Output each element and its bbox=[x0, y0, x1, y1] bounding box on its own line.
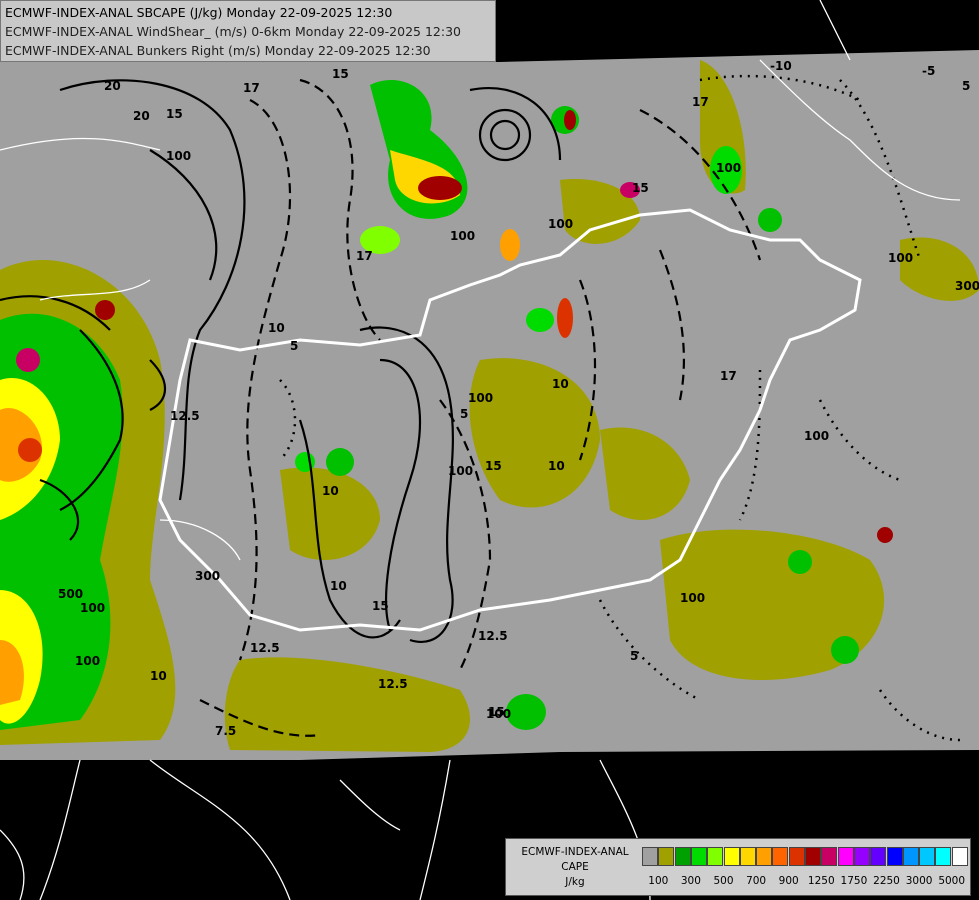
legend-swatch bbox=[919, 847, 936, 866]
contour-label: 20 bbox=[133, 109, 150, 123]
contour-label: 17 bbox=[720, 369, 737, 383]
legend-swatch bbox=[853, 847, 870, 866]
contour-label: 100 bbox=[716, 161, 741, 175]
contour-label: 12.5 bbox=[478, 629, 508, 643]
legend-title-line3: J/kg bbox=[565, 876, 585, 888]
contour-label: 12.5 bbox=[170, 409, 200, 423]
contour-label: 100 bbox=[888, 251, 913, 265]
weather-map: 20 15 17 10 20 100 12.5 100 17 15 5 10 15 12.5 17 100 10… bbox=[0, 0, 979, 900]
legend-swatch bbox=[805, 847, 821, 866]
legend-swatch bbox=[870, 847, 887, 866]
contour-label: 10 bbox=[150, 669, 167, 683]
contour-label: 100 bbox=[548, 217, 573, 231]
cape-legend: ECMWF-INDEX-ANAL CAPE J/kg 100 300 500 700 9… bbox=[505, 838, 971, 896]
contour-label: 500 bbox=[58, 587, 83, 601]
legend-tick-label: 700 bbox=[746, 875, 767, 887]
legend-title-line2: CAPE bbox=[561, 861, 589, 873]
header-line-windshear: ECMWF-INDEX-ANAL WindShear_ (m/s) 0-6km … bbox=[5, 24, 461, 39]
contour-label: 300 bbox=[195, 569, 220, 583]
contour-label: 15 bbox=[485, 459, 502, 473]
contour-label: 15 bbox=[372, 599, 389, 613]
contour-label: 15 bbox=[332, 67, 349, 81]
contour-label: 10 bbox=[268, 321, 285, 335]
contour-label: 300 bbox=[955, 279, 979, 293]
contour-label: 5 bbox=[460, 407, 468, 421]
contour-label: 12.5 bbox=[378, 677, 408, 691]
legend-swatch bbox=[886, 847, 903, 866]
contour-label: 100 bbox=[486, 707, 511, 721]
contour-label: 10 bbox=[552, 377, 569, 391]
contour-label: 17 bbox=[356, 249, 373, 263]
legend-swatch bbox=[821, 847, 838, 866]
legend-tick-label: 300 bbox=[680, 875, 701, 887]
contour-label: 100 bbox=[468, 391, 493, 405]
legend-tick-label: 2250 bbox=[873, 875, 900, 887]
legend-swatch bbox=[756, 847, 773, 866]
legend-swatch bbox=[690, 847, 707, 866]
contour-label: 20 bbox=[104, 79, 121, 93]
legend-swatch bbox=[723, 847, 740, 866]
legend-tick-label: 5000 bbox=[938, 875, 966, 887]
legend-tick-label: 3000 bbox=[905, 875, 933, 887]
legend-tick-label: 100 bbox=[648, 875, 669, 887]
contour-label: 100 bbox=[448, 464, 473, 478]
contour-label: 7.5 bbox=[215, 724, 236, 738]
legend-swatch bbox=[788, 847, 805, 866]
legend-swatch bbox=[772, 847, 789, 866]
legend-swatch bbox=[935, 847, 952, 866]
map-header: ECMWF-INDEX-ANAL SBCAPE (J/kg) Monday 22… bbox=[0, 0, 496, 62]
header-line-bunkers: ECMWF-INDEX-ANAL Bunkers Right (m/s) Mon… bbox=[5, 43, 431, 58]
contour-label: -10 bbox=[770, 59, 792, 73]
legend-title: ECMWF-INDEX-ANAL CAPE J/kg bbox=[510, 845, 640, 890]
contour-label: 10 bbox=[330, 579, 347, 593]
legend-swatch bbox=[902, 847, 919, 866]
contour-label: 100 bbox=[166, 149, 191, 163]
legend-title-line1: ECMWF-INDEX-ANAL bbox=[521, 846, 629, 858]
contour-label: 100 bbox=[804, 429, 829, 443]
legend-tick-label: 900 bbox=[778, 875, 799, 887]
legend-tick-label: 500 bbox=[713, 875, 734, 887]
legend-swatch bbox=[674, 847, 691, 866]
legend-swatch bbox=[707, 847, 724, 866]
contour-label: 15 bbox=[166, 107, 183, 121]
contour-label: 15 bbox=[632, 181, 649, 195]
contour-label: 17 bbox=[692, 95, 709, 109]
legend-swatch bbox=[951, 847, 968, 866]
legend-tick-label: 1750 bbox=[840, 875, 868, 887]
contour-label: 5 bbox=[962, 79, 970, 93]
contour-label: 12.5 bbox=[250, 641, 280, 655]
contour-label: 5 bbox=[290, 339, 298, 353]
legend-swatch bbox=[837, 847, 854, 866]
contour-label: 100 bbox=[80, 601, 105, 615]
contour-label: 17 bbox=[243, 81, 260, 95]
contour-label: 100 bbox=[75, 654, 100, 668]
contour-label: 100 bbox=[450, 229, 475, 243]
legend-tick-label: 1250 bbox=[807, 875, 835, 887]
legend-swatch bbox=[642, 847, 658, 866]
contour-label: 10 bbox=[548, 459, 565, 473]
contour-label: 100 bbox=[680, 591, 705, 605]
legend-swatch bbox=[658, 847, 675, 866]
contour-label: -5 bbox=[922, 64, 935, 78]
contour-label: 5 bbox=[630, 649, 638, 663]
header-line-sbcape: ECMWF-INDEX-ANAL SBCAPE (J/kg) Monday 22… bbox=[5, 5, 393, 20]
contour-label: 10 bbox=[322, 484, 339, 498]
legend-swatch bbox=[739, 847, 756, 866]
